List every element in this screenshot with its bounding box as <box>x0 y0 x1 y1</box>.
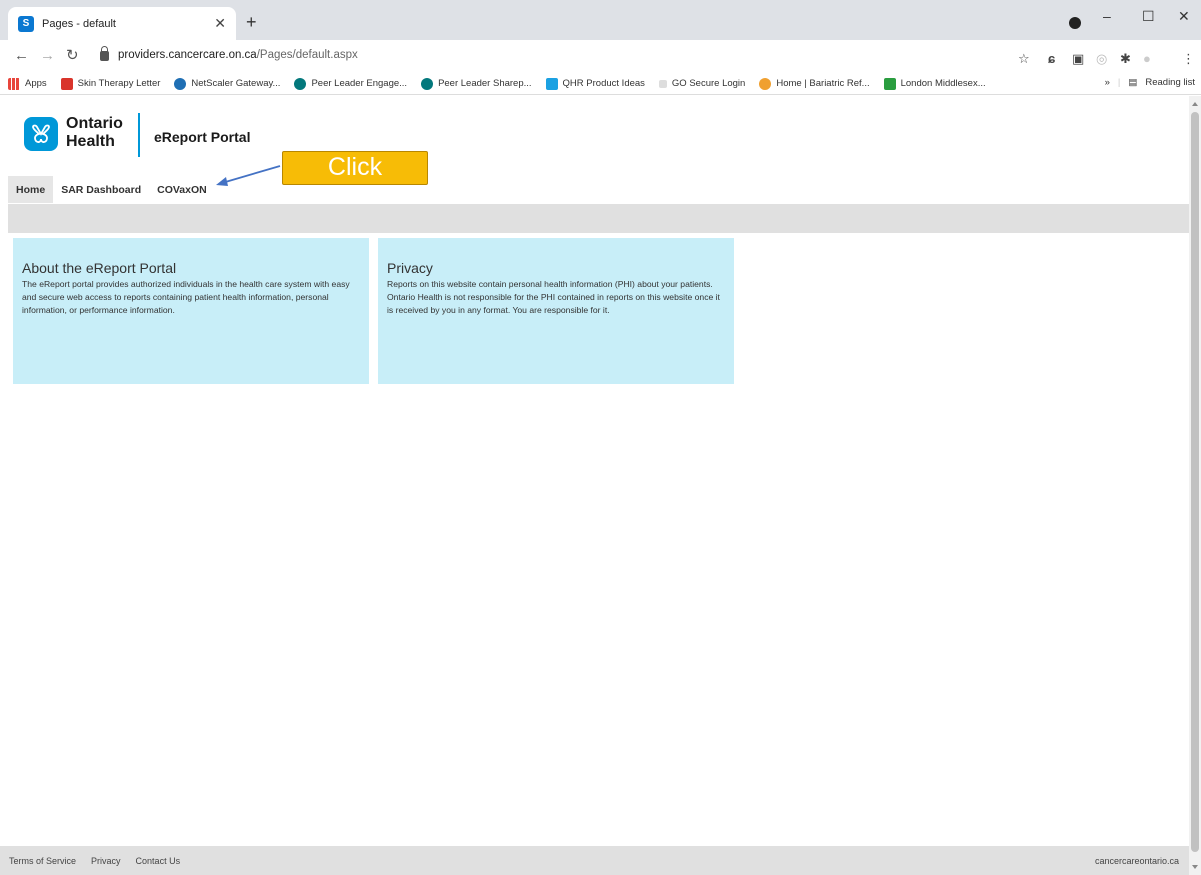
new-tab-icon[interactable]: + <box>246 12 257 33</box>
url-host: providers.cancercare.on.ca <box>118 49 257 61</box>
chrome-profile-icon[interactable] <box>1069 17 1081 29</box>
footer-link-contact[interactable]: Contact Us <box>136 856 181 866</box>
bookmark-label: NetScaler Gateway... <box>191 78 281 89</box>
logo-line-2: Health <box>66 133 115 150</box>
address-bar[interactable]: providers.cancercare.on.ca/Pages/default… <box>90 44 1090 70</box>
footer-link-terms[interactable]: Terms of Service <box>9 856 76 866</box>
bookmarks-bar: Apps Skin Therapy Letter NetScaler Gatew… <box>0 73 1201 95</box>
extension-clipboard-icon[interactable]: ▣ <box>1072 51 1084 67</box>
profile-avatar-icon[interactable]: ● <box>1143 51 1151 66</box>
bookmark-label: Apps <box>25 78 47 89</box>
scroll-up-icon[interactable] <box>1192 102 1198 106</box>
click-callout: Click <box>282 151 428 185</box>
bookmark-label: Skin Therapy Letter <box>77 78 161 89</box>
bookmark-peer-leader-sharep[interactable]: Peer Leader Sharep... <box>421 77 532 90</box>
web-page: Ontario Health eReport Portal Home SAR D… <box>0 96 1189 875</box>
bookmark-apps[interactable]: Apps <box>8 77 47 90</box>
browser-toolbar: ← → ↻ providers.cancercare.on.ca/Pages/d… <box>0 40 1201 73</box>
url-path: /Pages/default.aspx <box>256 49 358 61</box>
portal-title: eReport Portal <box>154 129 251 145</box>
bookmark-london-middlesex[interactable]: London Middlesex... <box>883 77 986 90</box>
footer-link-privacy[interactable]: Privacy <box>91 856 121 866</box>
bookmark-label: GO Secure Login <box>671 78 746 89</box>
about-card: About the eReport Portal The eReport por… <box>13 238 369 384</box>
ontario-health-logo-icon[interactable] <box>24 117 58 151</box>
apps-grid-icon <box>8 77 20 90</box>
back-icon[interactable]: ← <box>14 47 29 64</box>
bookmark-star-icon[interactable]: ☆ <box>1018 51 1030 67</box>
subnav-bar <box>8 204 1189 233</box>
lock-icon <box>100 46 109 61</box>
bookmark-label: Peer Leader Engage... <box>311 78 408 89</box>
bookmark-skin-therapy[interactable]: Skin Therapy Letter <box>60 77 161 90</box>
logo-line-1: Ontario <box>66 115 123 132</box>
bookmark-go-secure[interactable]: GO Secure Login <box>658 78 746 89</box>
minimize-icon[interactable]: – <box>1103 8 1111 24</box>
bookmark-label: QHR Product Ideas <box>562 78 645 89</box>
privacy-card-title: Privacy <box>387 260 433 276</box>
top-navigation: Home SAR Dashboard COVaxON <box>8 176 215 203</box>
window-close-icon[interactable]: ✕ <box>1178 8 1190 25</box>
page-scrollbar[interactable] <box>1189 96 1201 875</box>
go-secure-icon <box>658 79 667 88</box>
about-card-body: The eReport portal provides authorized i… <box>22 279 350 315</box>
reading-list-label[interactable]: Reading list <box>1145 77 1195 88</box>
about-card-title: About the eReport Portal <box>22 260 177 276</box>
sharepoint-icon <box>421 77 434 90</box>
bookmark-netscaler[interactable]: NetScaler Gateway... <box>174 77 281 90</box>
tab-close-icon[interactable]: ✕ <box>214 15 226 32</box>
bariatric-icon <box>759 77 772 90</box>
ontario-health-wordmark: Ontario Health <box>66 115 123 151</box>
extension-grey-icon[interactable]: ◎ <box>1096 51 1107 67</box>
reading-list-icon[interactable]: ▤ <box>1128 77 1137 88</box>
london-middlesex-icon <box>883 77 896 90</box>
netscaler-icon <box>174 77 187 90</box>
footer-site-link[interactable]: cancercareontario.ca <box>1095 856 1179 866</box>
forward-icon[interactable]: → <box>40 47 55 64</box>
bookmark-bariatric[interactable]: Home | Bariatric Ref... <box>759 77 870 90</box>
bookmark-label: Home | Bariatric Ref... <box>776 78 870 89</box>
bookmark-peer-leader-engage[interactable]: Peer Leader Engage... <box>294 77 408 90</box>
chrome-menu-icon[interactable]: ⋮ <box>1182 51 1195 67</box>
bookmark-label: London Middlesex... <box>900 78 986 89</box>
reload-icon[interactable]: ↻ <box>66 46 79 64</box>
scroll-down-icon[interactable] <box>1192 865 1198 869</box>
tab-title: Pages - default <box>42 17 116 30</box>
extension-flame-icon[interactable]: ɕ <box>1048 51 1055 66</box>
privacy-card-body: Reports on this website contain personal… <box>387 279 720 315</box>
page-footer: Terms of Service Privacy Contact Us canc… <box>0 846 1189 875</box>
sharepoint-favicon-icon: S <box>18 15 34 32</box>
logo-divider <box>138 113 140 157</box>
qhr-icon <box>545 77 558 90</box>
extensions-puzzle-icon[interactable]: ✱ <box>1120 51 1131 67</box>
more-bookmarks-icon[interactable]: » <box>1105 77 1110 88</box>
nav-item-home[interactable]: Home <box>8 176 54 203</box>
privacy-card: Privacy Reports on this website contain … <box>378 238 734 384</box>
scrollbar-thumb[interactable] <box>1191 112 1199 852</box>
browser-tabstrip: S Pages - default ✕ + – ☐ ✕ <box>0 0 1201 40</box>
skin-therapy-icon <box>60 77 73 90</box>
maximize-icon[interactable]: ☐ <box>1142 8 1155 25</box>
bookmark-qhr[interactable]: QHR Product Ideas <box>545 77 645 90</box>
bookmark-label: Peer Leader Sharep... <box>438 78 532 89</box>
browser-tab[interactable]: S Pages - default ✕ <box>8 7 236 40</box>
sharepoint-icon <box>294 77 307 90</box>
nav-item-sar-dashboard[interactable]: SAR Dashboard <box>53 176 149 203</box>
url-text: providers.cancercare.on.ca/Pages/default… <box>118 49 358 61</box>
nav-item-covaxon[interactable]: COVaxON <box>149 176 215 203</box>
callout-arrow-icon <box>216 165 281 186</box>
